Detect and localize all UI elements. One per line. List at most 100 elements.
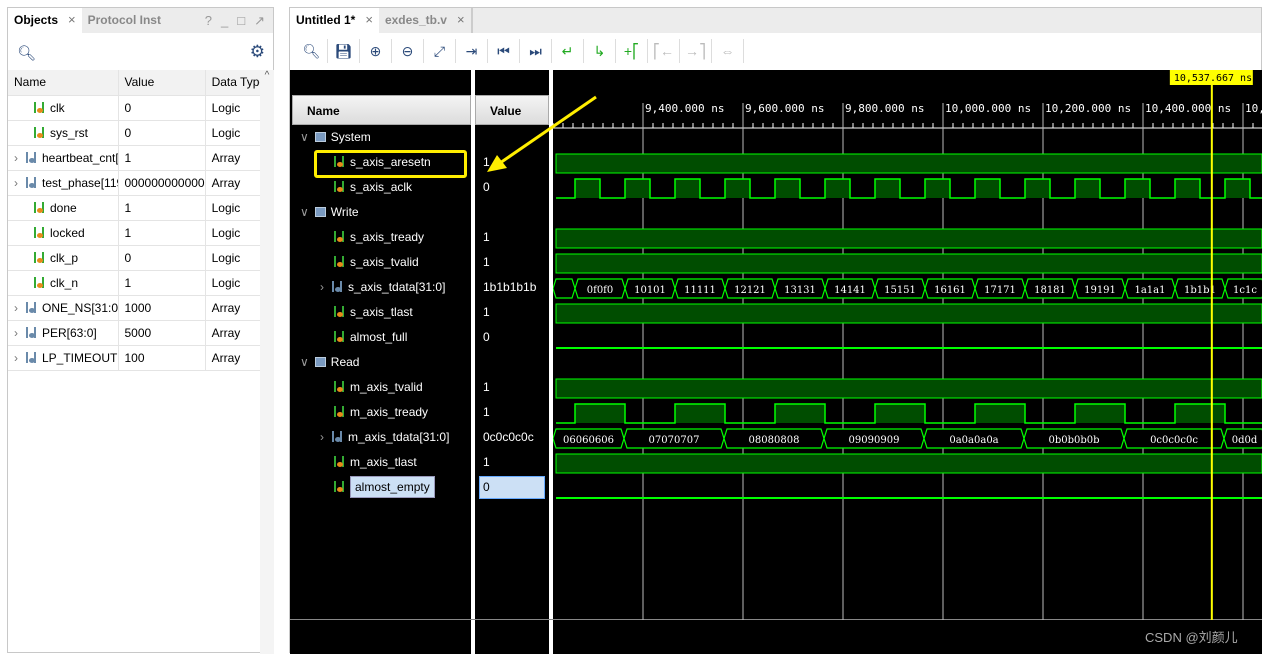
value-header[interactable]: Value xyxy=(475,95,549,125)
signal-row[interactable]: m_axis_tlast xyxy=(290,450,471,475)
tab-objects[interactable]: Objects × xyxy=(8,8,82,33)
signal-value: 0c0c0c0c xyxy=(483,430,534,444)
swap-cursors-icon[interactable]: ⇔ xyxy=(712,39,744,63)
signal-row[interactable]: almost_empty xyxy=(290,475,471,500)
save-icon[interactable]: 💾︎ xyxy=(328,39,360,63)
chevron-down-icon[interactable]: ∨ xyxy=(300,355,309,369)
go-to-start-icon[interactable]: ⏮︎ xyxy=(488,39,520,63)
object-type: Logic xyxy=(205,195,268,221)
chevron-right-icon[interactable]: › xyxy=(320,280,324,294)
table-row[interactable]: clk_p 0 Logic xyxy=(8,245,268,271)
object-name: sys_rst xyxy=(50,125,89,140)
object-type: Array xyxy=(205,295,268,321)
signal-row[interactable]: › s_axis_tdata[31:0] xyxy=(290,275,471,300)
signal-name: System xyxy=(330,130,371,144)
signal-row[interactable]: s_axis_aclk xyxy=(290,175,471,200)
object-type: Logic xyxy=(205,220,268,246)
clock-pulse xyxy=(575,179,600,198)
signal-group[interactable]: ∨ System xyxy=(290,125,471,150)
signal-row[interactable]: m_axis_tvalid xyxy=(290,375,471,400)
logic-signal-icon xyxy=(334,256,344,267)
add-marker-icon[interactable]: +⎡ xyxy=(616,39,648,63)
table-row[interactable]: › test_phase[119:0]000000000000Array xyxy=(8,170,268,196)
signal-row[interactable]: almost_full xyxy=(290,325,471,350)
go-to-end-icon[interactable]: ⏭︎ xyxy=(520,39,552,63)
table-row[interactable]: locked 1 Logic xyxy=(8,220,268,246)
help-icon[interactable]: ? xyxy=(205,8,212,33)
column-name[interactable]: Name xyxy=(8,70,119,96)
clock-pulse xyxy=(1075,404,1125,423)
table-row[interactable]: sys_rst 0 Logic xyxy=(8,120,268,146)
tab-untitled-1[interactable]: Untitled 1* × xyxy=(290,8,379,33)
chevron-right-icon[interactable]: › xyxy=(320,430,324,444)
clock-pulse xyxy=(1225,179,1250,198)
column-data-type[interactable]: Data Type xyxy=(205,70,268,96)
search-icon[interactable]: 🔍︎ xyxy=(296,39,328,63)
next-transition-icon[interactable]: ↳ xyxy=(584,39,616,63)
waveform-canvas[interactable]: 9,400.000 ns 9,600.000 ns 9,800.000 ns 10,0… xyxy=(553,70,1262,620)
signal-row[interactable]: s_axis_tvalid xyxy=(290,250,471,275)
gear-icon[interactable]: ⚙ xyxy=(250,42,265,62)
search-icon[interactable]: 🔍︎ xyxy=(17,44,36,62)
zoom-out-icon[interactable]: ⊖ xyxy=(392,39,424,63)
zoom-fit-icon[interactable]: ⤢ xyxy=(424,39,456,63)
object-name: heartbeat_cnt[31:0] xyxy=(42,150,118,165)
tab-exdes-tb[interactable]: exdes_tb.v × xyxy=(379,8,473,33)
previous-transition-icon[interactable]: ↵ xyxy=(552,39,584,63)
chevron-right-icon[interactable]: › xyxy=(14,151,18,165)
table-row[interactable]: › LP_TIMEOUT[31:0]100Array xyxy=(8,345,268,371)
time-tick-label: 9,600.000 ns xyxy=(745,102,824,115)
wave-tabs: Untitled 1* × exdes_tb.v × xyxy=(290,8,1261,33)
next-marker-icon[interactable]: →⎤ xyxy=(680,39,712,63)
name-header[interactable]: Name xyxy=(292,95,471,125)
float-icon[interactable]: ↗ xyxy=(254,8,265,33)
signal-group[interactable]: ∨ Write xyxy=(290,200,471,225)
chevron-right-icon[interactable]: › xyxy=(14,326,18,340)
previous-marker-icon[interactable]: ⎡← xyxy=(648,39,680,63)
chevron-right-icon[interactable]: › xyxy=(14,176,18,190)
object-value: 1 xyxy=(118,220,206,246)
column-value[interactable]: Value xyxy=(118,70,206,96)
values-column: Value 1 0 1 1 1b1b1b1b 1 0 1 1 0c0c0c0c 1 0 xyxy=(475,70,549,654)
tab-protocol-inst[interactable]: Protocol Inst xyxy=(82,8,167,33)
signal-row[interactable]: › m_axis_tdata[31:0] xyxy=(290,425,471,450)
bus-signal-icon xyxy=(332,431,342,442)
table-row[interactable]: done 1 Logic xyxy=(8,195,268,221)
object-name: clk_n xyxy=(50,275,79,290)
minimize-icon[interactable]: _ xyxy=(221,8,228,33)
close-icon[interactable]: × xyxy=(365,8,373,33)
logic-signal-icon xyxy=(334,306,344,317)
chevron-right-icon[interactable]: › xyxy=(14,301,18,315)
table-row[interactable]: clk 0 Logic xyxy=(8,95,268,121)
zoom-in-icon[interactable]: ⊕ xyxy=(360,39,392,63)
signal-row[interactable]: s_axis_tlast xyxy=(290,300,471,325)
bus-segment xyxy=(553,278,576,299)
table-row[interactable]: clk_n 1 Logic xyxy=(8,270,268,296)
chevron-down-icon[interactable]: ∨ xyxy=(300,205,309,219)
bus-value: 0c0c0c0c xyxy=(1150,435,1198,446)
object-name: test_phase[119:0] xyxy=(42,175,117,190)
signal-name: m_axis_tdata[31:0] xyxy=(348,430,450,444)
signal-group[interactable]: ∨ Read xyxy=(290,350,471,375)
scrollbar[interactable]: ^ xyxy=(260,70,274,654)
maximize-icon[interactable]: □ xyxy=(237,8,245,33)
object-name: clk_p xyxy=(50,250,79,265)
object-name: clk xyxy=(50,100,65,115)
table-row[interactable]: › ONE_NS[31:0] 1000 Array xyxy=(8,295,268,321)
close-icon[interactable]: × xyxy=(68,8,76,33)
object-name: ONE_NS[31:0] xyxy=(42,300,118,315)
table-row[interactable]: › heartbeat_cnt[31:0]1Array xyxy=(8,145,268,171)
wave-high xyxy=(555,228,1262,249)
signal-row[interactable]: s_axis_tready xyxy=(290,225,471,250)
bus-value: 17171 xyxy=(984,285,1016,296)
table-row[interactable]: › PER[63:0] 5000 Array xyxy=(8,320,268,346)
signal-row[interactable]: m_axis_tready xyxy=(290,400,471,425)
go-to-cursor-icon[interactable]: ⇥ xyxy=(456,39,488,63)
time-tick-label: 10,200.000 ns xyxy=(1045,102,1131,115)
signal-value: 1 xyxy=(483,305,490,319)
chevron-right-icon[interactable]: › xyxy=(14,351,18,365)
signal-name: s_axis_tdata[31:0] xyxy=(348,280,446,294)
chevron-down-icon[interactable]: ∨ xyxy=(300,130,309,144)
object-name: done xyxy=(50,200,77,215)
close-icon[interactable]: × xyxy=(457,8,465,33)
